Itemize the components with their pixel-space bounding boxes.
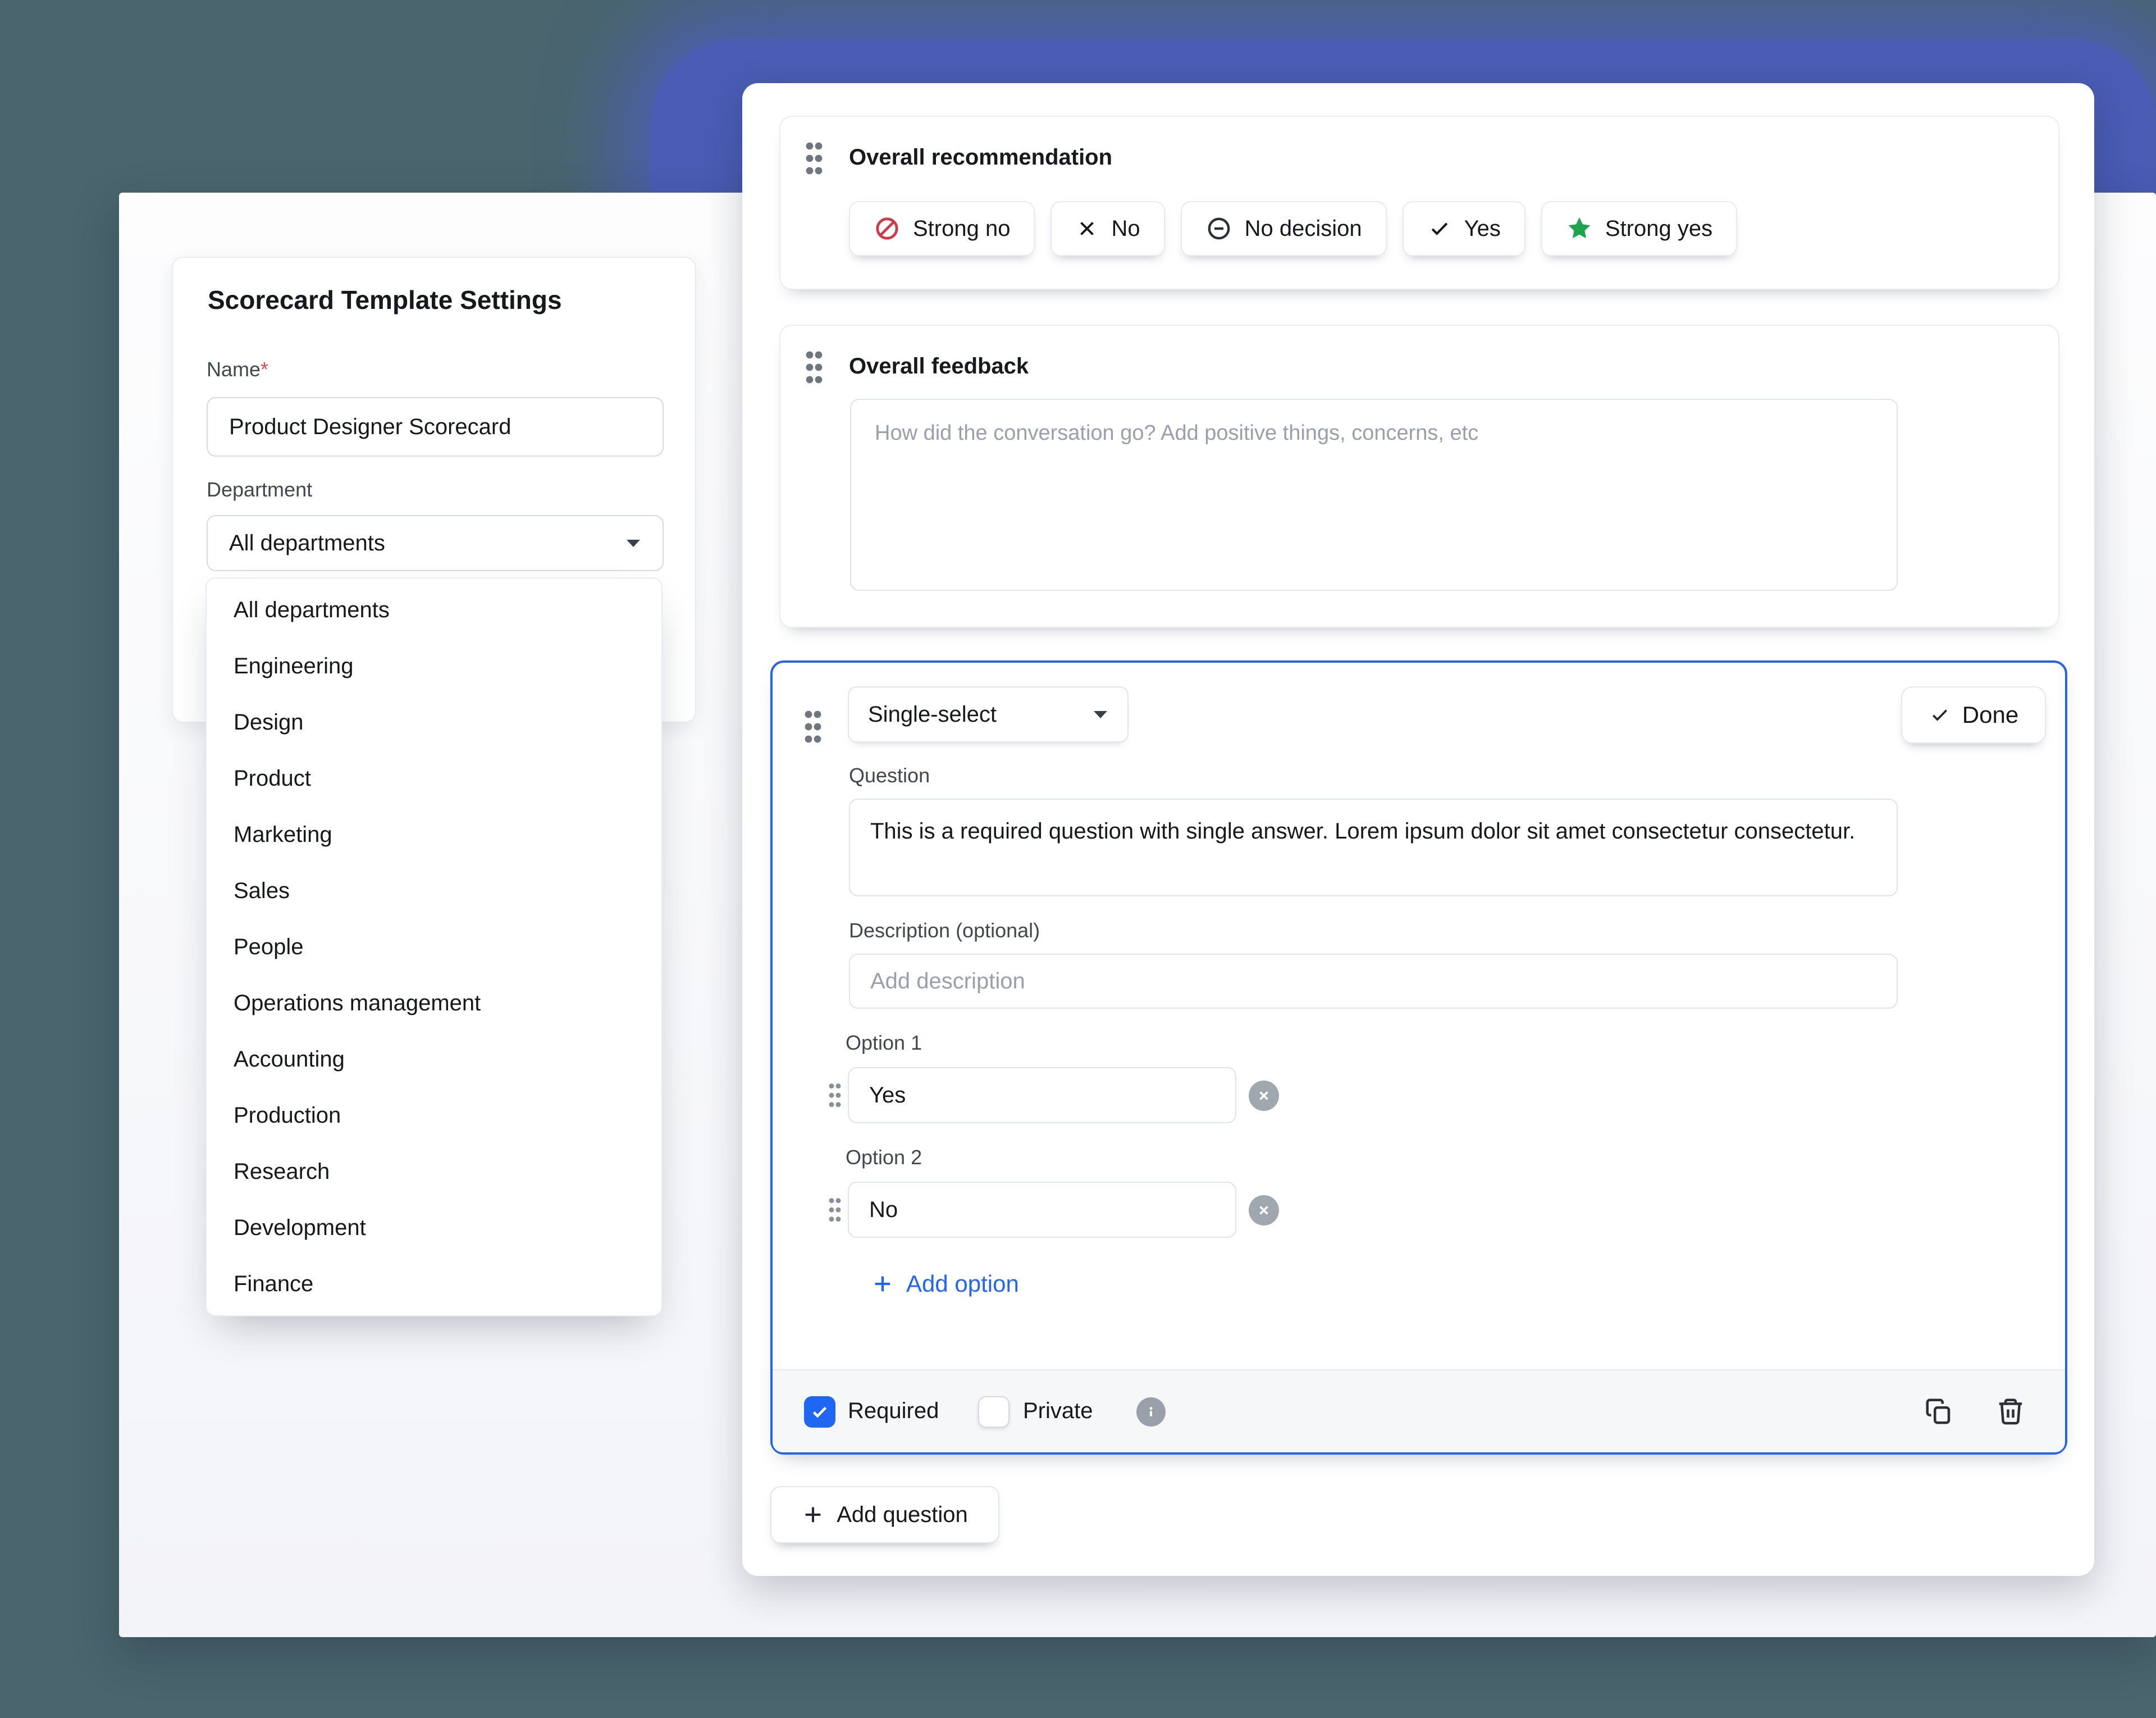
- name-label: Name*: [207, 358, 268, 381]
- dropdown-option[interactable]: Finance: [207, 1256, 661, 1312]
- question-editor-card-selected[interactable]: Single-select Done Question This is a re…: [770, 660, 2067, 1455]
- question-type-select[interactable]: Single-select: [848, 686, 1129, 742]
- button-label: Strong no: [913, 216, 1010, 241]
- overall-recommendation-section: Overall recommendation Strong no No: [779, 116, 2059, 290]
- section-title: Overall feedback: [849, 354, 1029, 379]
- plus-icon: [802, 1503, 824, 1526]
- question-text-input[interactable]: This is a required question with single …: [849, 799, 1898, 896]
- dropdown-option[interactable]: All departments: [207, 582, 661, 638]
- no-decision-button[interactable]: No decision: [1181, 201, 1387, 256]
- drag-handle-icon[interactable]: [803, 140, 825, 177]
- dropdown-option[interactable]: Production: [207, 1087, 661, 1143]
- dropdown-option[interactable]: Engineering: [207, 638, 661, 694]
- option-drag-handle-icon[interactable]: [826, 1082, 843, 1110]
- dropdown-option[interactable]: People: [207, 919, 661, 975]
- overall-feedback-section: Overall feedback: [779, 325, 2059, 628]
- required-checkbox-checked[interactable]: [804, 1396, 835, 1428]
- option-1-input[interactable]: [848, 1067, 1236, 1123]
- done-button[interactable]: Done: [1901, 686, 2046, 744]
- star-icon: [1566, 215, 1593, 242]
- dropdown-option[interactable]: Design: [207, 694, 661, 750]
- question-type-value: Single-select: [868, 702, 997, 727]
- description-label: Description (optional): [849, 919, 1040, 942]
- minus-circle-icon: [1205, 215, 1232, 242]
- required-label: Required: [848, 1398, 939, 1424]
- question-footer: Required Private: [773, 1369, 2065, 1452]
- department-select[interactable]: All departments: [207, 515, 664, 571]
- department-label: Department: [207, 478, 312, 502]
- plus-icon: [871, 1273, 894, 1295]
- chevron-down-icon: [1093, 709, 1108, 719]
- check-icon: [1427, 216, 1452, 241]
- add-question-button[interactable]: Add question: [770, 1486, 999, 1543]
- template-name-input[interactable]: [207, 397, 664, 457]
- option-2-input[interactable]: [848, 1182, 1236, 1238]
- option-2-label: Option 2: [846, 1146, 922, 1169]
- add-question-label: Add question: [837, 1502, 968, 1528]
- description-input[interactable]: [849, 954, 1898, 1009]
- yes-button[interactable]: Yes: [1403, 201, 1525, 256]
- dropdown-option[interactable]: Development: [207, 1200, 661, 1256]
- private-checkbox-unchecked[interactable]: [978, 1396, 1010, 1428]
- no-button[interactable]: No: [1050, 201, 1164, 256]
- remove-option-icon[interactable]: [1249, 1195, 1279, 1225]
- button-label: No: [1111, 216, 1140, 241]
- dropdown-option[interactable]: Marketing: [207, 806, 661, 863]
- drag-handle-icon[interactable]: [802, 709, 824, 746]
- option-1-label: Option 1: [846, 1031, 922, 1055]
- strong-yes-button[interactable]: Strong yes: [1541, 201, 1737, 256]
- section-title: Overall recommendation: [849, 145, 1112, 170]
- duplicate-question-icon[interactable]: [1924, 1396, 1954, 1427]
- info-icon[interactable]: [1136, 1397, 1166, 1427]
- dropdown-option[interactable]: Sales: [207, 863, 661, 919]
- add-option-label: Add option: [906, 1270, 1019, 1297]
- button-label: Strong yes: [1605, 216, 1712, 241]
- dropdown-option[interactable]: Product: [207, 750, 661, 806]
- chevron-down-icon: [625, 538, 641, 548]
- department-select-value: All departments: [229, 531, 385, 556]
- settings-title: Scorecard Template Settings: [208, 285, 562, 315]
- dropdown-option[interactable]: Accounting: [207, 1031, 661, 1087]
- private-label: Private: [1023, 1398, 1093, 1424]
- x-icon: [1075, 217, 1099, 240]
- dropdown-option[interactable]: Research: [207, 1143, 661, 1200]
- done-label: Done: [1962, 701, 2018, 728]
- department-dropdown-menu: All departments Engineering Design Produ…: [205, 577, 663, 1316]
- overall-feedback-textarea[interactable]: [850, 399, 1898, 591]
- ban-icon: [874, 215, 901, 242]
- delete-question-icon[interactable]: [1995, 1396, 2026, 1427]
- required-asterisk: *: [261, 358, 268, 381]
- button-label: Yes: [1464, 216, 1501, 241]
- dropdown-option[interactable]: Operations management: [207, 975, 661, 1031]
- drag-handle-icon[interactable]: [803, 349, 825, 386]
- question-label: Question: [849, 764, 930, 787]
- check-icon: [1929, 704, 1951, 726]
- button-label: No decision: [1245, 216, 1362, 241]
- scorecard-builder-screen: Overall recommendation Strong no No: [0, 0, 2156, 1718]
- scorecard-builder-card: Overall recommendation Strong no No: [742, 83, 2094, 1576]
- strong-no-button[interactable]: Strong no: [849, 201, 1035, 256]
- recommendation-options-row: Strong no No No decision: [849, 201, 1737, 256]
- remove-option-icon[interactable]: [1249, 1081, 1279, 1111]
- option-drag-handle-icon[interactable]: [826, 1196, 843, 1224]
- add-option-button[interactable]: Add option: [871, 1270, 1019, 1297]
